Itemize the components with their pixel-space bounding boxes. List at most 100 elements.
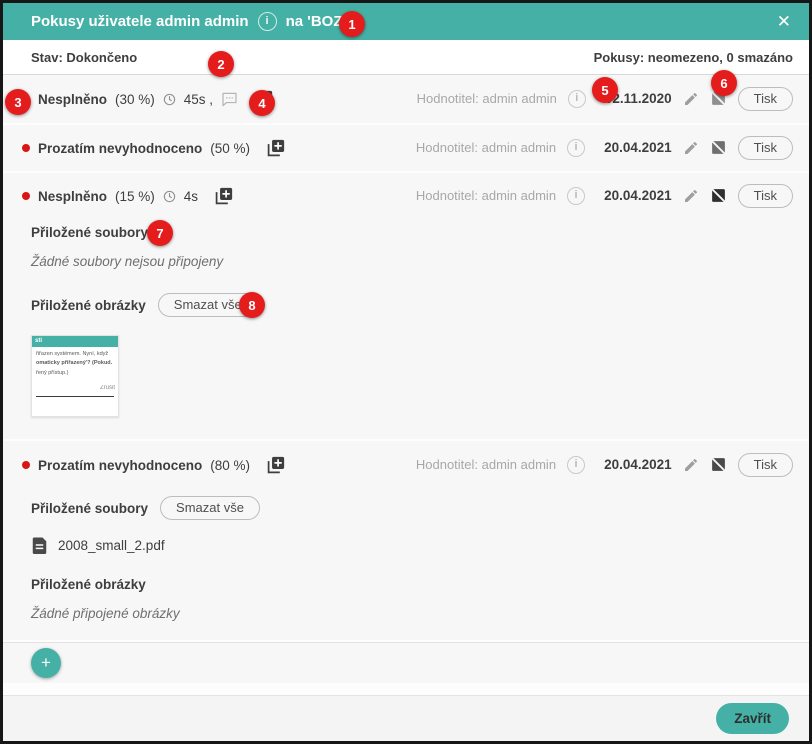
attempt-date: 20.04.2021 (604, 188, 672, 203)
thumbnail-line: omaticky přiřazený'? (Pokud. (36, 359, 114, 368)
images-empty-note: Žádné připojené obrázky (31, 606, 809, 624)
print-button[interactable]: Tisk (738, 184, 793, 208)
attempt-4-right: Hodnotitel: admin admin i 20.04.2021 Tis… (416, 453, 793, 477)
evaluator-label: Hodnotitel: admin admin (416, 140, 556, 155)
close-icon[interactable]: ✕ (777, 13, 791, 30)
thumbnail-cancel-text: Zrušit (32, 385, 118, 391)
attempt-duration: 4s (184, 189, 198, 204)
add-image-icon[interactable] (266, 139, 285, 158)
attempt-result: Prozatím nevyhodnoceno (38, 458, 202, 473)
attempt-row-2: Prozatím nevyhodnoceno (50 %) Hodnotitel… (3, 125, 809, 173)
attempts-summary-label: Pokusy: neomezeno, 0 smazáno (594, 50, 793, 65)
thumbnail-text: řiřazen systémem. Nyní, když omaticky př… (32, 347, 118, 378)
print-button[interactable]: Tisk (738, 136, 793, 160)
files-heading-label: Přiložené soubory (31, 501, 148, 516)
delete-all-files-button[interactable]: Smazat vše (160, 496, 260, 520)
attempt-duration: 45s , (184, 92, 213, 107)
add-attempt-row: + (3, 642, 809, 683)
attempt-3-right: Hodnotitel: admin admin i 20.04.2021 Tis… (416, 184, 793, 208)
evaluator-info-icon[interactable]: i (568, 90, 586, 108)
attempt-1-header: Nesplněno (30 %) 45s , Hodnotitel: admin… (3, 75, 809, 123)
attached-file-item[interactable]: 2008_small_2.pdf (31, 535, 809, 555)
attempts-dialog: Pokusy uživatele admin admin i na 'BOZP'… (0, 0, 812, 744)
files-heading: Přiložené soubory Smazat vše (31, 495, 809, 521)
attempt-result: Nesplněno (38, 92, 107, 107)
attempt-row-4: Prozatím nevyhodnoceno (80 %) Hodnotitel… (3, 441, 809, 642)
files-empty-note: Žádné soubory nejsou připojeny (31, 254, 809, 272)
images-heading-label: Přiložené obrázky (31, 298, 146, 313)
evaluator-label: Hodnotitel: admin admin (416, 188, 556, 203)
evaluator-info-icon[interactable]: i (567, 456, 585, 474)
add-attempt-button[interactable]: + (31, 648, 61, 678)
no-image-icon[interactable] (710, 456, 727, 473)
dialog-header: Pokusy uživatele admin admin i na 'BOZP'… (3, 3, 809, 40)
user-info-icon[interactable]: i (258, 12, 277, 31)
add-image-icon[interactable] (214, 187, 233, 206)
attempt-percent: (15 %) (115, 189, 155, 204)
status-bar: Stav: Dokončeno Pokusy: neomezeno, 0 sma… (3, 40, 809, 75)
print-button[interactable]: Tisk (738, 453, 793, 477)
dialog-title: Pokusy uživatele admin admin i na 'BOZP' (31, 12, 356, 31)
files-heading-label: Přiložené soubory (31, 225, 148, 240)
clock-icon (163, 190, 176, 203)
evaluator-label: Hodnotitel: admin admin (417, 91, 557, 106)
annotation-badge-8: 8 (239, 292, 265, 318)
images-heading-label: Přiložené obrázky (31, 577, 146, 592)
annotation-badge-3: 3 (5, 89, 31, 115)
attempt-row-1: Nesplněno (30 %) 45s , Hodnotitel: admin… (3, 75, 809, 125)
attempt-4-header: Prozatím nevyhodnoceno (80 %) Hodnotitel… (3, 441, 809, 489)
attempt-1-left: Nesplněno (30 %) 45s , (22, 90, 273, 109)
print-button[interactable]: Tisk (738, 87, 793, 111)
thumbnail-line: řiřazen systémem. Nyní, když (36, 350, 114, 359)
attempt-4-left: Prozatím nevyhodnoceno (80 %) (22, 456, 285, 475)
thumbnail-divider (36, 396, 114, 397)
clock-icon (163, 93, 176, 106)
no-image-icon[interactable] (710, 139, 727, 156)
edit-icon[interactable] (683, 140, 699, 156)
status-label: Stav: Dokončeno (31, 50, 137, 65)
no-image-icon[interactable] (710, 187, 727, 204)
thumbnail-line: řený přístup.) (36, 369, 114, 378)
attempt-result: Nesplněno (38, 189, 107, 204)
status-dot (22, 144, 30, 152)
evaluator-info-icon[interactable]: i (567, 187, 585, 205)
add-image-icon[interactable] (266, 456, 285, 475)
annotation-badge-7: 7 (147, 220, 173, 246)
thumbnail-titlebar: sti (32, 336, 118, 347)
images-heading: Přiložené obrázky (31, 575, 809, 593)
attempt-3-attachments: Přiložené soubory Žádné soubory nejsou p… (3, 223, 809, 417)
status-dot (22, 192, 30, 200)
edit-icon[interactable] (683, 457, 699, 473)
images-heading: Přiložené obrázky Smazat vše (31, 292, 809, 318)
comment-icon[interactable] (221, 92, 238, 107)
attempt-result: Prozatím nevyhodnoceno (38, 141, 202, 156)
status-dot (22, 461, 30, 469)
spacer (31, 624, 809, 640)
annotation-badge-5: 5 (592, 77, 618, 103)
annotation-badge-4: 4 (249, 90, 275, 116)
annotation-badge-6: 6 (711, 70, 737, 96)
attempt-4-attachments: Přiložené soubory Smazat vše 2008_small_… (3, 495, 809, 640)
attempt-percent: (50 %) (210, 141, 250, 156)
attempt-percent: (30 %) (115, 92, 155, 107)
attempt-3-header: Nesplněno (15 %) 4s Hodnotitel: admin ad… (3, 173, 809, 219)
edit-icon[interactable] (683, 91, 699, 107)
dialog-footer: Zavřít (3, 695, 809, 741)
attempt-3-left: Nesplněno (15 %) 4s (22, 187, 233, 206)
evaluator-info-icon[interactable]: i (567, 139, 585, 157)
spacer (3, 683, 809, 695)
attempt-date: 20.04.2021 (604, 140, 672, 155)
attempt-date: 20.04.2021 (604, 457, 672, 472)
attempt-row-3: Nesplněno (15 %) 4s Hodnotitel: admin ad… (3, 173, 809, 441)
attempt-percent: (80 %) (210, 458, 250, 473)
edit-icon[interactable] (683, 188, 699, 204)
attached-image-thumbnail[interactable]: sti řiřazen systémem. Nyní, když omatick… (31, 335, 119, 417)
evaluator-label: Hodnotitel: admin admin (416, 457, 556, 472)
file-icon (31, 536, 48, 554)
close-dialog-button[interactable]: Zavřít (716, 703, 789, 734)
attempt-2-left: Prozatím nevyhodnoceno (50 %) (22, 139, 285, 158)
attempt-2-right: Hodnotitel: admin admin i 20.04.2021 Tis… (416, 136, 793, 160)
annotation-badge-1: 1 (339, 11, 365, 37)
dialog-title-text: Pokusy uživatele admin admin (31, 13, 249, 30)
attempt-2-header: Prozatím nevyhodnoceno (50 %) Hodnotitel… (3, 125, 809, 171)
